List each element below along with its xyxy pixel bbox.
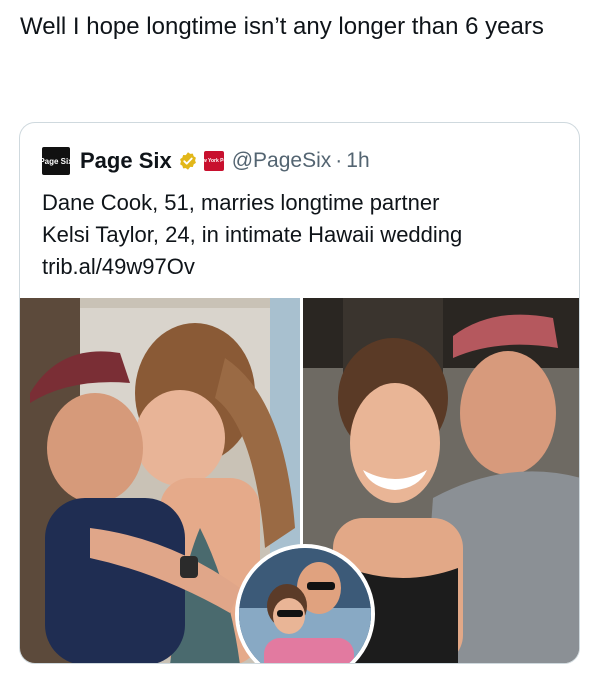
user-handle[interactable]: @PageSix — [232, 149, 332, 173]
quoted-post-text: Dane Cook, 51, marries longtime partner … — [42, 187, 562, 283]
display-name[interactable]: Page Six — [80, 148, 172, 174]
text-line: Dane Cook, 51, marries longtime partner — [42, 190, 440, 215]
page-six-avatar[interactable]: Page Six — [39, 147, 73, 175]
timestamp[interactable]: 1h — [346, 149, 369, 173]
quoted-post-header: Page Six Page Six New York Post @PageSix… — [39, 147, 370, 175]
verified-badge-icon — [179, 152, 196, 170]
quoted-post-card[interactable]: Page Six Page Six New York Post @PageSix… — [19, 122, 580, 664]
media-grid[interactable] — [20, 298, 579, 663]
link-text[interactable]: trib.al/49w97Ov — [42, 251, 562, 283]
post-caption: Well I hope longtime isn’t any longer th… — [20, 13, 544, 40]
affiliate-badge-icon[interactable]: New York Post — [196, 151, 231, 171]
separator-dot: · — [335, 149, 343, 172]
text-line: Kelsi Taylor, 24, in intimate Hawaii wed… — [42, 222, 463, 247]
